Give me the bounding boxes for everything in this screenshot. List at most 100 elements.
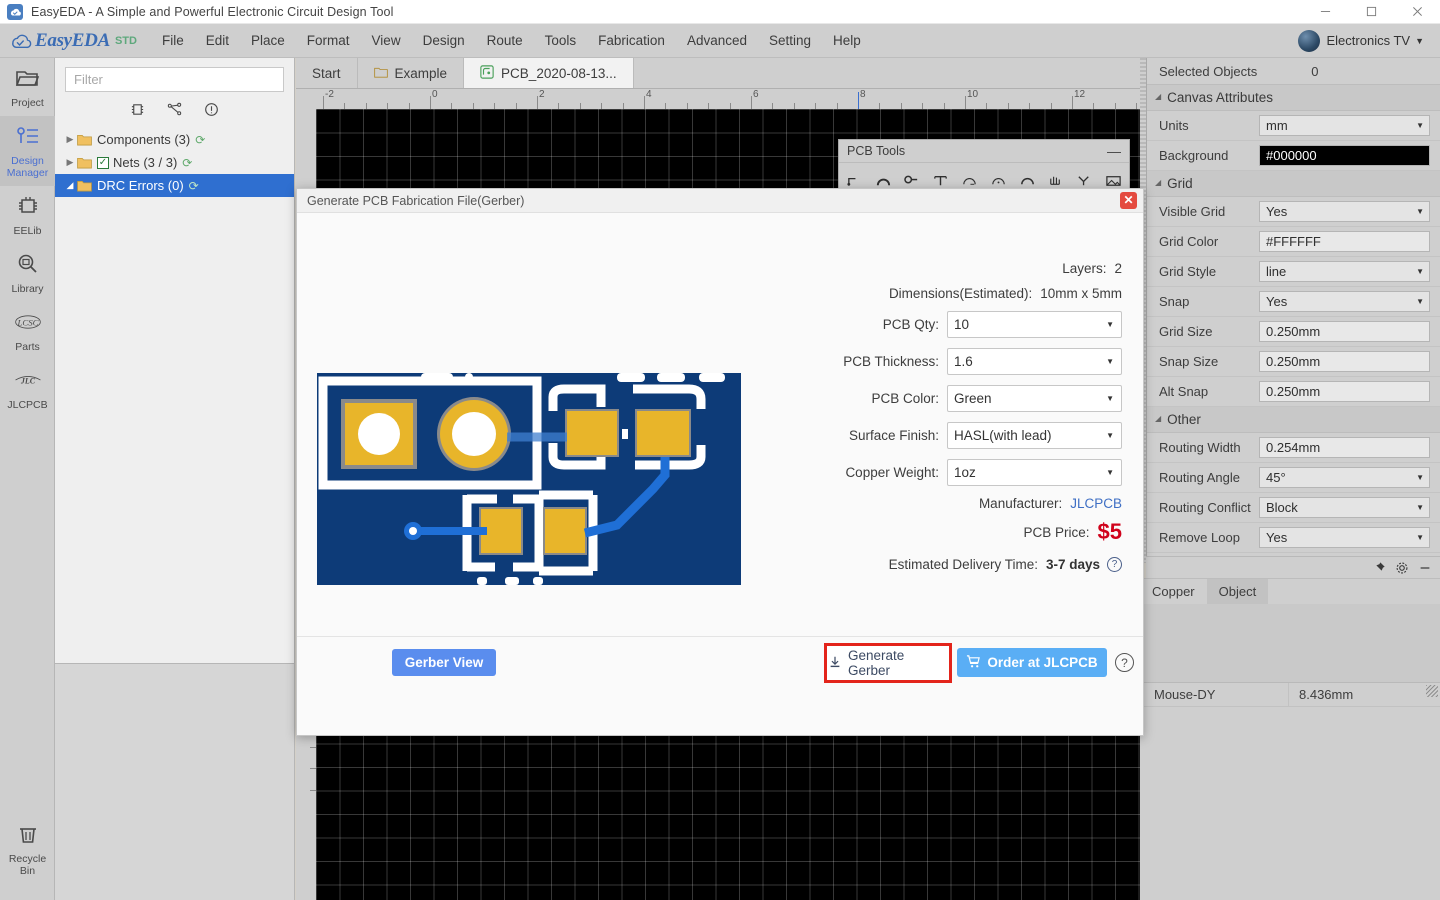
half-circle-icon[interactable]: [1018, 170, 1037, 190]
section-grid[interactable]: ◢ Grid: [1147, 171, 1440, 197]
select-remove-loop[interactable]: Yes ▼: [1259, 527, 1430, 548]
help-icon[interactable]: ?: [1107, 557, 1122, 572]
generate-gerber-button[interactable]: Generate Gerber: [828, 647, 948, 679]
menu-view[interactable]: View: [361, 28, 412, 53]
chevron-down-icon[interactable]: ◢: [63, 180, 77, 191]
gear-icon[interactable]: [1395, 561, 1409, 575]
rail-item-project[interactable]: Project: [0, 58, 55, 116]
status-resize-grip[interactable]: [1426, 685, 1438, 697]
pad-icon[interactable]: [903, 170, 922, 190]
filter-input[interactable]: [65, 67, 284, 92]
chevron-right-icon[interactable]: ▶: [63, 134, 77, 145]
menu-place[interactable]: Place: [240, 28, 296, 53]
section-other[interactable]: ◢ Other: [1147, 407, 1440, 433]
pcb-tools-titlebar[interactable]: PCB Tools —: [839, 140, 1129, 163]
select-snap[interactable]: Yes ▼: [1259, 291, 1430, 312]
brand-logo-area[interactable]: EasyEDA STD: [10, 30, 137, 52]
tab-start[interactable]: Start: [296, 58, 358, 88]
field-routing-width[interactable]: 0.254mm: [1259, 437, 1430, 458]
select-pcb-thickness[interactable]: 1.6 ▼: [947, 348, 1122, 375]
horizontal-ruler[interactable]: -2 0 2 4 6 8 10 12: [296, 89, 1140, 109]
dialog-titlebar[interactable]: Generate PCB Fabrication File(Gerber) ✕: [297, 189, 1143, 213]
tree-row-components[interactable]: ▶ Components (3) ⟳: [55, 128, 294, 151]
select-routing-angle[interactable]: 45° ▼: [1259, 467, 1430, 488]
tab-object[interactable]: Object: [1206, 579, 1269, 604]
menu-file[interactable]: File: [151, 28, 195, 53]
properties-panel-tabs: Copper Object: [1140, 578, 1440, 604]
menu-tools[interactable]: Tools: [534, 28, 588, 53]
field-snap-size[interactable]: 0.250mm: [1259, 351, 1430, 372]
select-surface-finish[interactable]: HASL(with lead) ▼: [947, 422, 1122, 449]
pin-icon[interactable]: [1372, 561, 1386, 575]
field-grid-color[interactable]: #FFFFFF: [1259, 231, 1430, 252]
chevron-right-icon[interactable]: ▶: [63, 157, 77, 168]
menu-setting[interactable]: Setting: [758, 28, 822, 53]
arc-3point-icon[interactable]: [960, 170, 979, 190]
select-routing-conflict[interactable]: Block ▼: [1259, 497, 1430, 518]
refresh-icon[interactable]: ⟳: [189, 179, 199, 193]
link-manufacturer[interactable]: JLCPCB: [1070, 496, 1122, 511]
connect-icon[interactable]: [1075, 170, 1094, 190]
gerber-view-button[interactable]: Gerber View: [392, 649, 496, 676]
ruler-tick-label: 10: [967, 89, 979, 100]
rail-item-parts[interactable]: LCSC Parts: [0, 302, 55, 360]
tree-row-drc-errors[interactable]: ◢ DRC Errors (0) ⟳: [55, 174, 294, 197]
refresh-icon[interactable]: ⟳: [195, 133, 205, 147]
minimize-icon[interactable]: [1302, 0, 1348, 24]
select-copper-weight[interactable]: 1oz ▼: [947, 459, 1122, 486]
tab-copper[interactable]: Copper: [1140, 579, 1207, 604]
menu-fabrication[interactable]: Fabrication: [587, 28, 676, 53]
value-copper-weight: 1oz: [954, 465, 976, 480]
rail-item-design-manager[interactable]: Design Manager: [0, 116, 55, 187]
menu-format[interactable]: Format: [296, 28, 361, 53]
dialog-help-icon[interactable]: ?: [1115, 653, 1134, 672]
menu-help[interactable]: Help: [822, 28, 872, 53]
minimize-icon[interactable]: —: [1107, 144, 1121, 158]
rail-label-library: Library: [11, 283, 44, 296]
refresh-icon[interactable]: ⟳: [182, 156, 192, 170]
field-background-color[interactable]: #000000: [1259, 145, 1430, 166]
arc-icon[interactable]: [874, 170, 893, 190]
minimize-icon[interactable]: [1418, 561, 1432, 575]
nets-checkbox[interactable]: ✓: [97, 156, 109, 169]
left-icon-rail: Project Design Manager EELib Library LCS…: [0, 58, 55, 900]
user-menu[interactable]: Electronics TV ▼: [1297, 29, 1424, 52]
tab-example[interactable]: Example: [358, 58, 465, 88]
maximize-icon[interactable]: [1348, 0, 1394, 24]
value-visible-grid: Yes: [1266, 204, 1288, 219]
tree-row-nets[interactable]: ▶ ✓ Nets (3 / 3) ⟳: [55, 151, 294, 174]
chevron-down-icon: ▼: [1416, 267, 1424, 276]
close-icon[interactable]: ✕: [1120, 192, 1137, 209]
label-units: Units: [1159, 118, 1189, 133]
warning-icon[interactable]: [204, 102, 219, 120]
text-icon[interactable]: [931, 170, 950, 190]
info-delivery-time: Estimated Delivery Time: 3-7 days ?: [752, 557, 1122, 572]
order-at-jlcpcb-button[interactable]: Order at JLCPCB: [957, 648, 1107, 677]
field-grid-size[interactable]: 0.250mm: [1259, 321, 1430, 342]
component-icon[interactable]: [130, 102, 145, 120]
select-units[interactable]: mm ▼: [1259, 115, 1430, 136]
rail-item-library[interactable]: Library: [0, 244, 55, 302]
menu-edit[interactable]: Edit: [195, 28, 240, 53]
rail-item-eelib[interactable]: EELib: [0, 186, 55, 244]
select-pcb-color[interactable]: Green ▼: [947, 385, 1122, 412]
image-icon[interactable]: [1104, 170, 1123, 190]
menu-route[interactable]: Route: [476, 28, 534, 53]
select-visible-grid[interactable]: Yes ▼: [1259, 201, 1430, 222]
menu-advanced[interactable]: Advanced: [676, 28, 758, 53]
track-icon[interactable]: [845, 170, 864, 190]
select-pcb-qty[interactable]: 10 ▼: [947, 311, 1122, 338]
rail-label-design-manager: Design Manager: [6, 155, 49, 180]
tab-pcb-document[interactable]: PCB_2020-08-13...: [464, 58, 634, 88]
circle-icon[interactable]: [989, 170, 1008, 190]
rail-item-jlcpcb[interactable]: JLC JLCPCB: [0, 360, 55, 418]
section-canvas-attributes[interactable]: ◢ Canvas Attributes: [1147, 85, 1440, 111]
close-icon[interactable]: [1394, 0, 1440, 24]
menu-design[interactable]: Design: [412, 28, 476, 53]
net-icon[interactable]: [167, 102, 182, 120]
field-alt-snap[interactable]: 0.250mm: [1259, 381, 1430, 402]
fill-icon[interactable]: [1047, 170, 1066, 190]
design-manager-icon: [0, 125, 55, 153]
rail-item-recycle-bin[interactable]: Recycle Bin: [0, 814, 55, 884]
select-grid-style[interactable]: line ▼: [1259, 261, 1430, 282]
